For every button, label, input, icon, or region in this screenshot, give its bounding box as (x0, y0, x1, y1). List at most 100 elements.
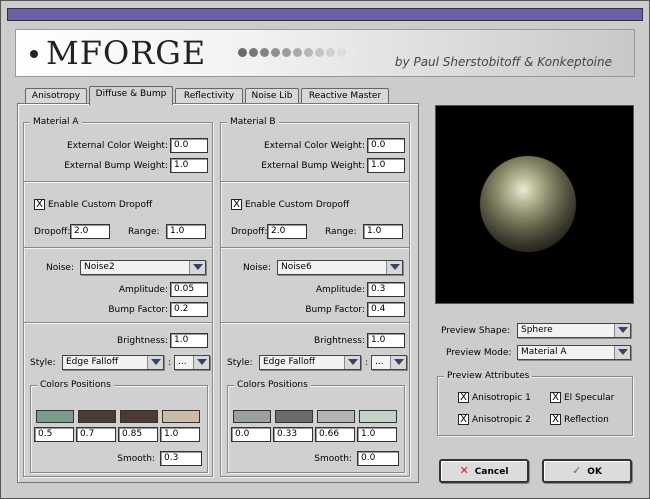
range-label: Range: (325, 227, 357, 237)
material-preview (435, 105, 634, 304)
brightness-field[interactable]: 1.0 (367, 333, 405, 348)
chevron-down-icon[interactable] (344, 356, 360, 369)
check-icon: ✓ (572, 464, 582, 477)
tab-reactive-master[interactable]: Reactive Master (301, 88, 389, 104)
cancel-label: Cancel (474, 467, 509, 477)
chevron-down-icon[interactable] (193, 356, 209, 369)
dropoff-field[interactable]: 2.0 (70, 224, 110, 239)
reflection-checkbox[interactable]: X (550, 414, 561, 425)
anisotropic1-checkbox[interactable]: X (458, 392, 469, 403)
noise-label: Noise: (46, 263, 74, 273)
style-extra-value: ... (178, 357, 187, 367)
style-select[interactable]: Edge Falloff (62, 355, 164, 370)
color-swatch-2[interactable] (275, 410, 313, 423)
bump-factor-field[interactable]: 0.2 (170, 302, 208, 317)
dropoff-label: Dropoff: (34, 227, 71, 237)
smooth-label: Smooth: (117, 454, 155, 464)
chevron-down-icon[interactable] (390, 356, 406, 369)
smooth-field[interactable]: 0.0 (357, 451, 399, 466)
colors-positions-title: Colors Positions (234, 380, 311, 390)
el-specular-checkbox[interactable]: X (550, 392, 561, 403)
noise-value: Noise6 (281, 262, 312, 272)
chevron-down-icon[interactable] (189, 261, 205, 274)
tab-noise-lib[interactable]: Noise Lib (245, 88, 299, 104)
range-field[interactable]: 1.0 (166, 224, 206, 239)
colors-positions-group: Colors Positions 0.0 0.33 0.66 1.0 Smoot… (227, 380, 405, 473)
style-extra-select[interactable]: ... (174, 355, 210, 370)
material-a-title: Material A (30, 117, 82, 127)
tab-diffuse-bump[interactable]: Diffuse & Bump (89, 86, 173, 105)
color-swatch-2[interactable] (78, 410, 116, 423)
position-field-1[interactable]: 0.5 (34, 427, 74, 442)
preview-mode-select[interactable]: Material A (517, 345, 631, 360)
color-swatch-4[interactable] (359, 410, 397, 423)
style-value: Edge Falloff (263, 357, 316, 367)
custom-dropoff-checkbox[interactable]: X (34, 199, 45, 210)
divider (221, 181, 409, 183)
divider (221, 322, 409, 324)
position-field-3[interactable]: 0.85 (118, 427, 158, 442)
color-swatch-1[interactable] (36, 410, 74, 423)
ext-bump-weight-label: External Bump Weight: (261, 161, 365, 171)
bump-factor-field[interactable]: 0.4 (367, 302, 405, 317)
tab-anisotropy[interactable]: Anisotropy (25, 88, 87, 104)
position-field-2[interactable]: 0.7 (76, 427, 116, 442)
chevron-down-icon[interactable] (147, 356, 163, 369)
position-field-2[interactable]: 0.33 (273, 427, 313, 442)
material-b-title: Material B (227, 117, 279, 127)
chevron-down-icon[interactable] (386, 261, 402, 274)
color-swatch-1[interactable] (233, 410, 271, 423)
color-swatch-4[interactable] (162, 410, 200, 423)
ext-color-weight-field[interactable]: 0.0 (170, 138, 208, 153)
divider (24, 247, 212, 249)
preview-sphere (480, 156, 576, 252)
amplitude-field[interactable]: 0.05 (170, 282, 208, 297)
style-select[interactable]: Edge Falloff (259, 355, 361, 370)
preview-attributes-title: Preview Attributes (444, 371, 533, 381)
colors-positions-group: Colors Positions 0.5 0.7 0.85 1.0 Smooth… (30, 380, 208, 473)
chevron-down-icon[interactable] (614, 324, 630, 337)
position-field-4[interactable]: 1.0 (357, 427, 397, 442)
el-specular-label: El Specular (564, 393, 615, 403)
bump-factor-label: Bump Factor: (108, 305, 168, 315)
ext-bump-weight-label: External Bump Weight: (64, 161, 168, 171)
custom-dropoff-label: Enable Custom Dropoff (245, 200, 350, 210)
smooth-field[interactable]: 0.3 (160, 451, 202, 466)
style-label: Style: (30, 358, 56, 368)
divider (221, 247, 409, 249)
amplitude-field[interactable]: 0.3 (367, 282, 405, 297)
preview-shape-label: Preview Shape: (441, 326, 511, 336)
title-bar[interactable] (7, 8, 643, 21)
ext-bump-weight-field[interactable]: 1.0 (170, 158, 208, 173)
preview-shape-select[interactable]: Sphere (517, 323, 631, 338)
noise-select[interactable]: Noise2 (80, 260, 206, 275)
style-separator: : (168, 358, 172, 368)
ok-button[interactable]: ✓ OK (542, 459, 632, 483)
chevron-down-icon[interactable] (614, 346, 630, 359)
cancel-button[interactable]: ✕ Cancel (439, 459, 529, 483)
color-swatch-3[interactable] (120, 410, 158, 423)
range-field[interactable]: 1.0 (363, 224, 403, 239)
credit: by Paul Sherstobitoff & Konkeptoine (394, 55, 612, 69)
position-field-3[interactable]: 0.66 (315, 427, 355, 442)
amplitude-label: Amplitude: (118, 285, 168, 295)
brightness-field[interactable]: 1.0 (170, 333, 208, 348)
noise-label: Noise: (243, 263, 271, 273)
tab-reflectivity[interactable]: Reflectivity (175, 88, 243, 104)
main-window: MFORGE by Paul Sherstobitoff & Konkeptoi… (0, 0, 650, 499)
style-extra-value: ... (375, 357, 384, 367)
color-swatch-3[interactable] (317, 410, 355, 423)
dropoff-field[interactable]: 2.0 (267, 224, 307, 239)
custom-dropoff-checkbox[interactable]: X (231, 199, 242, 210)
brightness-label: Brightness: (117, 336, 168, 346)
brightness-label: Brightness: (314, 336, 365, 346)
position-field-1[interactable]: 0.0 (231, 427, 271, 442)
style-label: Style: (227, 358, 253, 368)
style-extra-select[interactable]: ... (371, 355, 407, 370)
anisotropic2-checkbox[interactable]: X (458, 414, 469, 425)
ext-bump-weight-field[interactable]: 1.0 (367, 158, 405, 173)
noise-select[interactable]: Noise6 (277, 260, 403, 275)
position-field-4[interactable]: 1.0 (160, 427, 200, 442)
noise-value: Noise2 (84, 262, 115, 272)
ext-color-weight-field[interactable]: 0.0 (367, 138, 405, 153)
